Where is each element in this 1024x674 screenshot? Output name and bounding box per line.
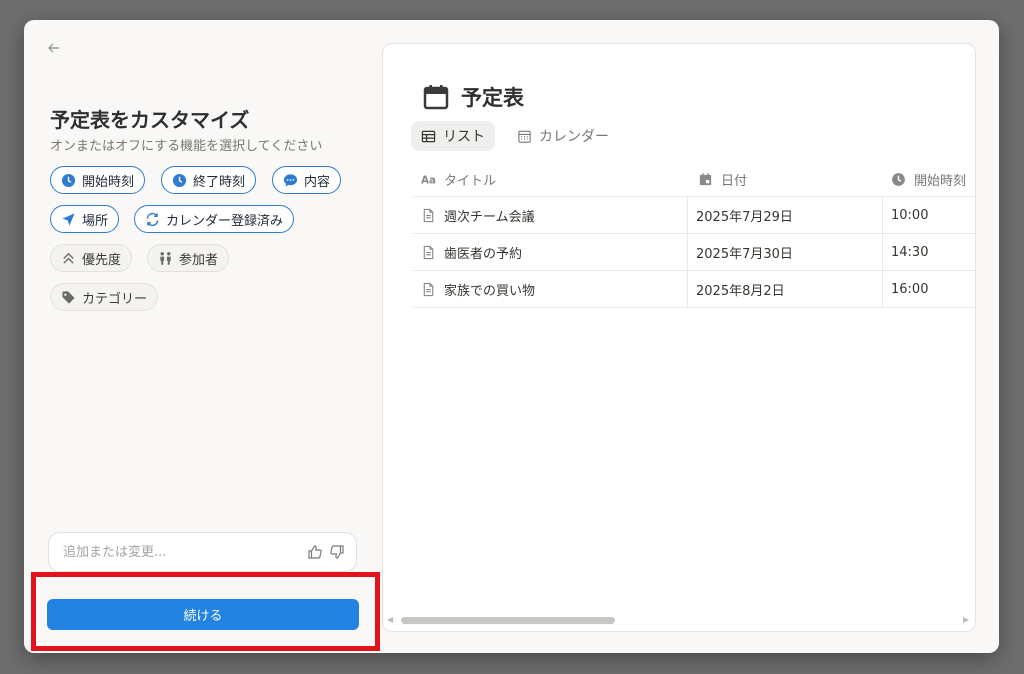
thumbs-down-icon[interactable] — [329, 544, 345, 560]
chip-calendar-synced[interactable]: カレンダー登録済み — [134, 205, 295, 233]
chip-participants[interactable]: 参加者 — [147, 244, 230, 272]
clock-icon — [172, 173, 187, 188]
row-title-cell: 週次チーム会議 — [413, 197, 687, 233]
page-icon — [421, 245, 436, 260]
tag-icon — [61, 290, 76, 305]
scroll-left-arrow-icon[interactable]: ◀ — [387, 615, 395, 625]
table-row[interactable]: 歯医者の予約 2025年7月30日 14:30 — [413, 234, 975, 271]
row-title-cell: 歯医者の予約 — [413, 234, 687, 270]
chip-start-time[interactable]: 開始時刻 — [50, 166, 146, 194]
chip-location[interactable]: 場所 — [50, 205, 120, 233]
chip-content[interactable]: 内容 — [272, 166, 342, 194]
horizontal-scrollbar[interactable]: ◀ ▶ — [387, 615, 971, 625]
add-or-change-input[interactable] — [61, 543, 295, 561]
scrollbar-thumb[interactable] — [401, 617, 615, 624]
chip-end-time[interactable]: 終了時刻 — [161, 166, 257, 194]
chip-priority[interactable]: 優先度 — [50, 244, 133, 272]
calendar-icon — [517, 129, 532, 144]
database-table: Aa タイトル 日付 開始時刻 週次チーム会議 2025年7月29日 10:00… — [413, 162, 975, 308]
table-header-row: Aa タイトル 日付 開始時刻 — [413, 162, 975, 197]
row-start-cell: 16:00 — [882, 271, 975, 307]
row-start-cell: 14:30 — [882, 234, 975, 270]
page-icon — [421, 282, 436, 297]
chevrons-up-icon — [61, 251, 76, 266]
page-icon — [421, 208, 436, 223]
row-title-cell: 家族での買い物 — [413, 271, 687, 307]
calendar-icon — [423, 84, 449, 110]
panel-title: 予定表をカスタマイズ — [50, 108, 250, 132]
back-arrow-icon[interactable] — [46, 40, 64, 58]
row-start-cell: 10:00 — [882, 197, 975, 233]
clock-icon — [891, 172, 906, 187]
location-arrow-icon — [61, 212, 76, 227]
chat-bubble-icon — [283, 173, 298, 188]
row-date-cell: 2025年7月29日 — [687, 197, 882, 233]
sync-icon — [145, 212, 160, 227]
table-row[interactable]: 家族での買い物 2025年8月2日 16:00 — [413, 271, 975, 308]
people-icon — [158, 251, 173, 266]
add-or-change-input-wrap — [48, 532, 357, 572]
table-row[interactable]: 週次チーム会議 2025年7月29日 10:00 — [413, 197, 975, 234]
svg-text:Aa: Aa — [421, 174, 436, 186]
table-icon — [421, 129, 436, 144]
customize-dialog: 予定表をカスタマイズ オンまたはオフにする機能を選択してください 開始時刻 終了… — [24, 20, 999, 653]
database-preview: 予定表 リスト カレンダー Aa タイトル 日付 開始時刻 週次チーム会議 20… — [382, 43, 976, 632]
text-aa-icon: Aa — [421, 172, 436, 187]
column-header-title[interactable]: Aa タイトル — [413, 162, 687, 196]
column-header-date[interactable]: 日付 — [687, 162, 882, 196]
row-date-cell: 2025年7月30日 — [687, 234, 882, 270]
tab-list-view[interactable]: リスト — [411, 121, 495, 151]
scroll-right-arrow-icon[interactable]: ▶ — [963, 615, 971, 625]
panel-subtitle: オンまたはオフにする機能を選択してください — [50, 139, 323, 154]
date-icon — [698, 172, 713, 187]
database-title: 予定表 — [423, 82, 524, 112]
chip-category[interactable]: カテゴリー — [50, 283, 159, 311]
tab-calendar-view[interactable]: カレンダー — [507, 121, 619, 151]
column-header-start-time[interactable]: 開始時刻 — [882, 162, 975, 196]
thumbs-up-icon[interactable] — [307, 544, 323, 560]
row-date-cell: 2025年8月2日 — [687, 271, 882, 307]
continue-button[interactable]: 続ける — [47, 599, 359, 630]
clock-icon — [61, 173, 76, 188]
